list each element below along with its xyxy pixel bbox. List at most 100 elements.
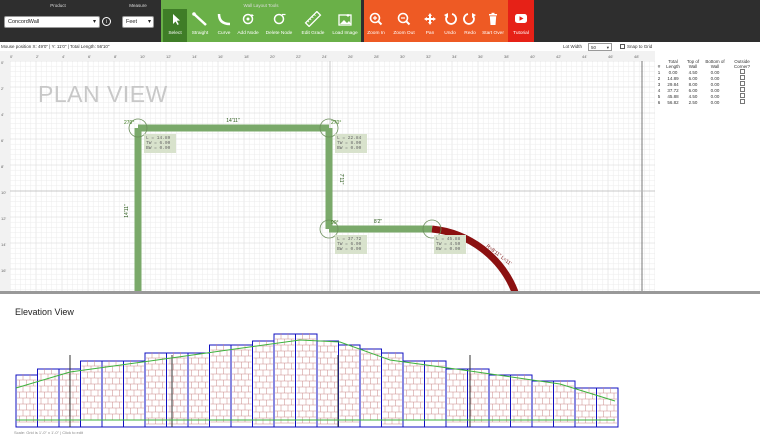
elevation-blocks (15, 333, 619, 428)
redo-label: Redo (464, 31, 476, 36)
zoom-in-button[interactable]: Zoom In (364, 9, 388, 42)
ruler-tick-label: 28' (374, 54, 379, 59)
ruler-tick-label: 6' (88, 54, 91, 59)
ruler-tick-label: 4' (1, 112, 4, 117)
product-select[interactable]: ConcordWall ▾ (4, 16, 100, 28)
column-header: Total Length (666, 59, 680, 69)
plan-view-title: PLAN VIEW (38, 81, 168, 107)
mouse-position-readout: Mouse position X: 49'0" | Y: 11'0" | Tot… (1, 44, 110, 49)
angle-label: 90° (331, 220, 339, 226)
column-header: Outside Corner? (733, 59, 751, 69)
ruler-tick-label: 0' (10, 54, 13, 59)
delete-node-icon (273, 13, 286, 25)
wall-table-panel: # Total Length Top of Wall Bottom of Wal… (655, 51, 760, 121)
cursor-icon (173, 14, 180, 25)
zoom-out-button[interactable]: Zoom Out (388, 9, 420, 42)
elevation-view-title: Elevation View (15, 307, 74, 317)
outside-corner-checkbox[interactable] (739, 99, 745, 104)
image-icon (338, 14, 352, 26)
trash-icon (489, 12, 497, 25)
chevron-down-icon: ▾ (606, 45, 609, 50)
pan-button[interactable]: Pan (420, 9, 440, 42)
table-cell: 56.82 (667, 99, 679, 105)
undo-label: Undo (444, 31, 456, 36)
zoom-in-label: Zoom In (367, 31, 385, 36)
ruler-tick-label: 46' (608, 54, 613, 59)
ruler-tick-label: 26' (348, 54, 353, 59)
measure-select[interactable]: Feet ▾ (122, 16, 154, 28)
ruler-tick-label: 22' (296, 54, 301, 59)
ruler-tick-label: 8' (114, 54, 117, 59)
toolbar: Product ConcordWall ▾ i Measure Feet ▾ W… (0, 0, 760, 42)
load-image-button[interactable]: Load Image (329, 9, 361, 42)
select-button[interactable]: Select (163, 9, 187, 42)
outside-corner-checkbox[interactable] (739, 93, 745, 98)
ruler-tick-label: 10' (1, 190, 6, 195)
lot-width-select[interactable]: 50 ▾ (588, 43, 612, 51)
table-cell: 6 (657, 99, 661, 105)
table-row[interactable]: 6 56.82 2.50 0.00 (655, 99, 757, 105)
ruler-tick-label: 12' (166, 54, 171, 59)
ruler-tick-label: 14' (192, 54, 197, 59)
ruler-tick-label: 36' (478, 54, 483, 59)
ruler-tick-label: 16' (1, 268, 6, 273)
delete-node-button[interactable]: Delete Node (261, 9, 297, 42)
curve-wall-icon (217, 13, 231, 26)
ruler-icon (304, 11, 322, 27)
splitter[interactable] (0, 291, 760, 294)
add-node-label: Add Node (237, 31, 259, 36)
info-icon[interactable]: i (102, 17, 111, 26)
curve-label: Curve (217, 31, 231, 36)
edit-grade-button[interactable]: Edit Grade (297, 9, 329, 42)
youtube-icon (515, 14, 527, 23)
ruler-tick-label: 40' (530, 54, 535, 59)
node-info-text: L = 45.88 TW = 4.50 BW = 0.00 (436, 236, 463, 252)
column-header: Top of Wall (686, 59, 700, 69)
curve-button[interactable]: Curve (213, 9, 235, 42)
ruler-tick-label: 2' (36, 54, 39, 59)
length-label-left: 14'11" (124, 204, 130, 218)
straight-wall-icon (192, 12, 207, 26)
redo-button[interactable]: Redo (460, 9, 480, 42)
outside-corner-checkbox[interactable] (739, 69, 745, 74)
ruler-tick-label: 24' (322, 54, 327, 59)
table-cell: 0.00 (710, 99, 720, 105)
tutorial-button[interactable]: Tutorial (508, 0, 534, 42)
ruler-tick-label: 18' (244, 54, 249, 59)
elevation-canvas[interactable] (0, 320, 760, 430)
pan-icon (424, 13, 436, 25)
chevron-down-icon: ▾ (147, 19, 151, 25)
measure-value: Feet (126, 19, 138, 25)
ruler-tick-label: 42' (556, 54, 561, 59)
product-title: Product (50, 3, 66, 8)
elevation-footer: Scale: Grid is 1'-0" x 1'-0" | Click to … (14, 430, 83, 435)
snap-to-grid-label: Snap to Grid (627, 44, 653, 49)
outside-corner-checkbox[interactable] (739, 81, 745, 86)
straight-button[interactable]: Straight (187, 9, 213, 42)
angle-label: 270° (124, 120, 134, 126)
ruler-tick-label: 2' (1, 86, 4, 91)
ruler-tick-label: 32' (426, 54, 431, 59)
ruler-tick-label: 12' (1, 216, 6, 221)
column-header: # (657, 64, 661, 69)
lot-width-value: 50 (591, 45, 597, 50)
ruler-tick-label: 10' (140, 54, 145, 59)
table-cell: 2.50 (688, 99, 698, 105)
delete-node-label: Delete Node (265, 31, 293, 36)
snap-to-grid-checkbox[interactable] (620, 44, 625, 49)
outside-corner-checkbox[interactable] (739, 87, 745, 92)
undo-button[interactable]: Undo (440, 9, 460, 42)
add-node-button[interactable]: Add Node (235, 9, 261, 42)
wall-layout-tools: Wall Layout Tools Select Straight Curve … (161, 0, 361, 42)
node-info-text: L = 37.72 TW = 6.00 BW = 0.00 (337, 236, 364, 252)
plan-view[interactable]: 0' 2' 4' 6' 8' 10' 12' 14' 16' 18' 20' 22' 24' 26' 28'… (0, 51, 655, 292)
start-over-label: Start Over (482, 31, 504, 36)
start-over-button[interactable]: Start Over (480, 9, 506, 42)
tutorial-label: Tutorial (513, 31, 529, 36)
pan-label: Pan (425, 31, 435, 36)
ruler-tick-label: 16' (218, 54, 223, 59)
ruler-tick-label: 48' (634, 54, 639, 59)
product-group: Product ConcordWall ▾ i (0, 0, 116, 42)
product-value: ConcordWall (8, 19, 40, 25)
outside-corner-checkbox[interactable] (739, 75, 745, 80)
